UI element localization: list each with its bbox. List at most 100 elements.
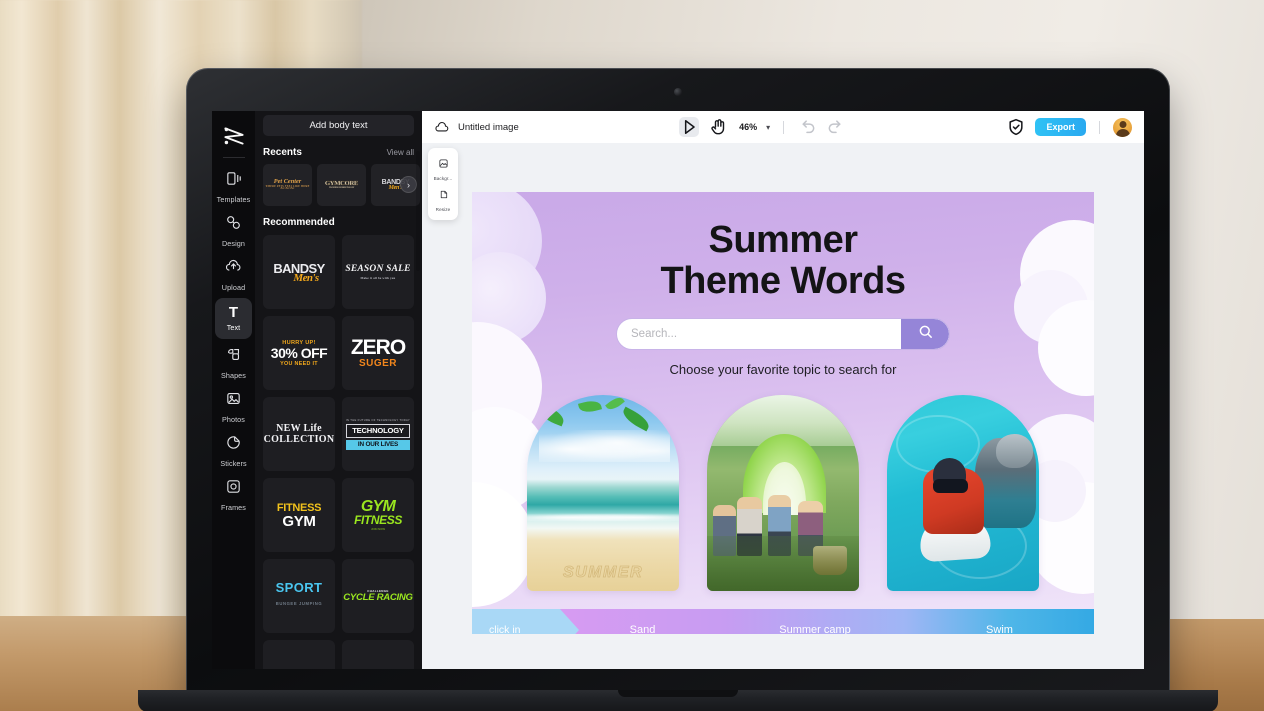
template-card-cycle-racing[interactable]: CHALLENGE CYCLE RACING <box>342 559 414 633</box>
recommended-title: Recommended <box>263 217 335 228</box>
palm-leaf <box>620 406 653 431</box>
template-card-bandsy[interactable]: BANDSY Men's <box>263 235 335 309</box>
recent-template-2[interactable]: GYMCORE TRAINING HARD PAYS OFF <box>317 164 366 206</box>
user-avatar[interactable] <box>1113 117 1132 137</box>
cursor-select-icon[interactable] <box>679 117 700 137</box>
wave-foam <box>527 512 679 522</box>
background-icon <box>438 156 449 174</box>
artboard-cards: SUMMER <box>472 395 1094 591</box>
text-panel: Add body text Recents View all Pet Cente… <box>255 111 422 669</box>
artboard[interactable]: Summer Theme Words Search... Choose your… <box>472 192 1094 634</box>
template-card-technology[interactable]: IN THE FUTURE OF TECHNOLOGY TODAY TECHNO… <box>342 397 414 471</box>
swim-goggles <box>932 479 968 493</box>
undo-icon[interactable] <box>797 117 817 137</box>
panel-scrollbar[interactable] <box>416 151 420 271</box>
canvas-area[interactable]: Backgr... Resize Summer Theme Words Sear… <box>422 143 1144 669</box>
tpl-newlife-title: NEW Life <box>276 423 322 434</box>
template-card-discount[interactable]: DISCOUNT UP TO <box>342 640 414 669</box>
export-button[interactable]: Export <box>1035 118 1086 136</box>
upload-icon <box>225 258 242 280</box>
add-body-text-button[interactable]: Add body text <box>263 115 414 136</box>
design-app: Templates Design Upload T Text Shapes Ph… <box>212 111 1144 669</box>
ribbon-swim[interactable]: Swim <box>905 609 1094 634</box>
search-button[interactable] <box>901 319 949 349</box>
sidebar-item-templates[interactable]: Templates <box>215 166 252 207</box>
beach-summer-photo[interactable]: SUMMER <box>527 395 679 591</box>
recents-title: Recents <box>263 147 302 158</box>
editor-area: Untitled image 46% ▾ Export Backgr... Re… <box>422 111 1144 669</box>
artboard-title-line1: Summer <box>708 219 858 261</box>
sidebar-item-photos[interactable]: Photos <box>215 386 252 427</box>
swim-cap <box>996 434 1033 468</box>
template-card-fitness-gym[interactable]: FITNESS GYM <box>263 478 335 552</box>
webcam-icon <box>674 88 682 96</box>
ribbon-summer-camp[interactable]: Summer camp <box>725 609 905 634</box>
shapes-icon <box>225 346 242 368</box>
camping-image <box>707 395 859 591</box>
tpl-sport-title: SPORT <box>275 580 323 595</box>
pool-image <box>887 395 1039 591</box>
background-button[interactable]: Backgr... <box>428 153 458 184</box>
resize-button[interactable]: Resize <box>428 184 458 215</box>
beach-image <box>527 395 679 591</box>
template-card-new-life[interactable]: NEW Life COLLECTION <box>263 397 335 471</box>
template-card-30-off[interactable]: HURRY UP! 30% OFF YOU NEED IT <box>263 316 335 390</box>
cloud-sync-icon[interactable] <box>434 120 449 135</box>
ribbon-label-swim: Swim <box>986 624 1013 634</box>
sidebar-item-upload[interactable]: Upload <box>215 254 252 295</box>
template-card-gym-fitness[interactable]: GYM FITNESS JOIN NOW <box>342 478 414 552</box>
sidebar-label-upload: Upload <box>221 282 246 292</box>
template-card-sport[interactable]: SPORT BUNGEE JUMPING <box>263 559 335 633</box>
beach-caption: SUMMER <box>562 564 644 582</box>
sidebar-item-text[interactable]: T Text <box>215 298 252 339</box>
template-card-zero-suger[interactable]: ZERO SUGER <box>342 316 414 390</box>
palm-leaf <box>577 398 602 415</box>
redo-icon[interactable] <box>826 117 846 137</box>
laptop-base-notch <box>618 690 738 697</box>
recents-row: Pet Center WHERE PETS FEEL LIKE HOME Pet… <box>263 164 420 206</box>
palm-leaf <box>537 404 567 427</box>
template-card-season-sale[interactable]: SEASON SALE Make it all be with you <box>342 235 414 309</box>
document-title[interactable]: Untitled image <box>458 122 519 133</box>
floating-tool-panel: Backgr... Resize <box>428 148 458 220</box>
recent-2-line2: TRAINING HARD PAYS OFF <box>328 186 355 190</box>
kids-camping-photo[interactable] <box>707 395 859 591</box>
tpl-fitness-title: FITNESS <box>276 501 322 514</box>
ribbon-click-in[interactable]: click in <box>472 609 579 634</box>
recent-1-line3: Pet Pet Pet <box>280 187 295 191</box>
view-all-link[interactable]: View all <box>387 148 414 157</box>
search-icon <box>917 323 934 345</box>
shield-check-icon[interactable] <box>1006 117 1026 137</box>
pool-swimming-photo[interactable] <box>887 395 1039 591</box>
ribbon-label-click-in: click in <box>489 624 521 634</box>
chevron-right-icon[interactable]: › <box>400 176 417 193</box>
photos-icon <box>225 390 242 412</box>
artboard-search-bar[interactable]: Search... <box>616 318 950 350</box>
stickers-icon <box>225 434 242 456</box>
zoom-level[interactable]: 46% <box>739 122 757 132</box>
palm-leaf <box>605 395 625 413</box>
tpl-tech-sub: IN OUR LIVES <box>346 439 410 450</box>
tpl-cycle-title: CYCLE RACING <box>343 592 413 603</box>
resize-icon <box>438 187 449 205</box>
sidebar-label-frames: Frames <box>221 502 246 512</box>
sidebar-item-design[interactable]: Design <box>215 210 252 251</box>
ribbon-sand[interactable]: Sand <box>560 609 725 634</box>
sidebar-item-stickers[interactable]: Stickers <box>215 430 252 471</box>
hand-pan-icon[interactable] <box>708 117 728 137</box>
search-input[interactable]: Search... <box>631 328 901 340</box>
artboard-title-line2: Theme Words <box>660 260 906 302</box>
sidebar-item-shapes[interactable]: Shapes <box>215 342 252 383</box>
recommended-grid: BANDSY Men's SEASON SALE Make it all be … <box>263 235 414 669</box>
recent-template-1[interactable]: Pet Center WHERE PETS FEEL LIKE HOME Pet… <box>263 164 312 206</box>
sky-clouds <box>539 430 670 462</box>
artboard-title[interactable]: Summer Theme Words <box>472 220 1094 302</box>
template-card-boxing[interactable]: BOXING <box>263 640 335 669</box>
capcut-logo-icon[interactable] <box>221 123 247 149</box>
top-toolbar: Untitled image 46% ▾ Export <box>422 111 1144 143</box>
chevron-down-icon[interactable]: ▾ <box>766 123 770 132</box>
artboard-subtitle[interactable]: Choose your favorite topic to search for <box>472 362 1094 377</box>
tpl-hurry-title: 30% OFF <box>270 344 328 361</box>
sidebar-item-frames[interactable]: Frames <box>215 474 252 515</box>
resize-label: Resize <box>435 207 451 212</box>
